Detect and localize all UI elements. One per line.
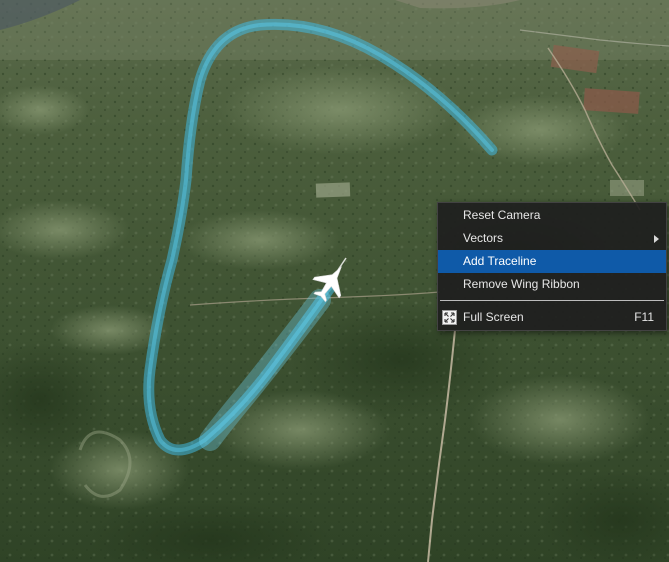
context-menu: Reset Camera Vectors Add Traceline Remov… — [437, 202, 667, 331]
menu-item-label: Add Traceline — [463, 254, 537, 268]
menu-item-full-screen[interactable]: Full Screen F11 — [438, 306, 666, 329]
menu-item-vectors[interactable]: Vectors — [438, 227, 666, 250]
3d-viewport[interactable]: Reset Camera Vectors Add Traceline Remov… — [0, 0, 669, 562]
menu-item-reset-camera[interactable]: Reset Camera — [438, 204, 666, 227]
menu-item-add-traceline[interactable]: Add Traceline — [438, 250, 666, 273]
menu-separator — [440, 300, 664, 301]
menu-item-remove-wing-ribbon[interactable]: Remove Wing Ribbon — [438, 273, 666, 296]
fullscreen-icon — [442, 310, 457, 325]
menu-item-label: Vectors — [463, 231, 504, 245]
shortcut-label: F11 — [634, 310, 654, 324]
menu-item-label: Full Screen — [463, 310, 524, 324]
submenu-arrow-icon — [654, 235, 659, 243]
menu-item-label: Remove Wing Ribbon — [463, 277, 580, 291]
menu-item-label: Reset Camera — [463, 208, 541, 222]
